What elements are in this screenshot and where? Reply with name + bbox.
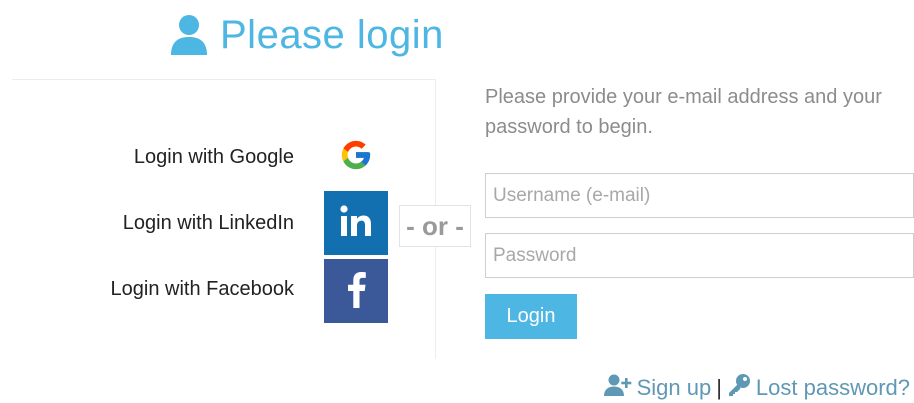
login-linkedin-label[interactable]: Login with LinkedIn: [123, 212, 294, 235]
google-logo-icon: [339, 138, 373, 177]
login-linkedin-button[interactable]: [324, 191, 388, 255]
lost-password-label[interactable]: Lost password?: [756, 375, 910, 401]
login-facebook-label[interactable]: Login with Facebook: [111, 278, 294, 301]
signup-link[interactable]: Sign up: [603, 374, 712, 402]
user-icon: [170, 14, 208, 56]
page-title-text: Please login: [220, 12, 444, 57]
password-input[interactable]: [485, 233, 914, 278]
lost-password-link[interactable]: Lost password?: [727, 373, 910, 403]
account-links: Sign up | Lost password?: [603, 373, 910, 403]
page-title: Please login: [170, 10, 444, 60]
login-google-button[interactable]: [324, 125, 388, 189]
signup-label[interactable]: Sign up: [637, 375, 712, 401]
social-login-panel: Login with Google Login with LinkedIn Lo…: [12, 79, 436, 359]
user-plus-icon: [603, 374, 632, 402]
login-instructions: Please provide your e-mail address and y…: [485, 86, 882, 138]
footer-separator: |: [716, 375, 722, 400]
username-input[interactable]: [485, 173, 914, 218]
login-button[interactable]: Login: [485, 294, 577, 339]
or-divider: - or -: [399, 205, 471, 247]
login-google-label[interactable]: Login with Google: [134, 146, 294, 169]
linkedin-logo-icon: [339, 204, 373, 243]
login-facebook-button[interactable]: [324, 259, 388, 323]
facebook-logo-icon: [345, 270, 367, 313]
key-icon: [727, 373, 751, 403]
